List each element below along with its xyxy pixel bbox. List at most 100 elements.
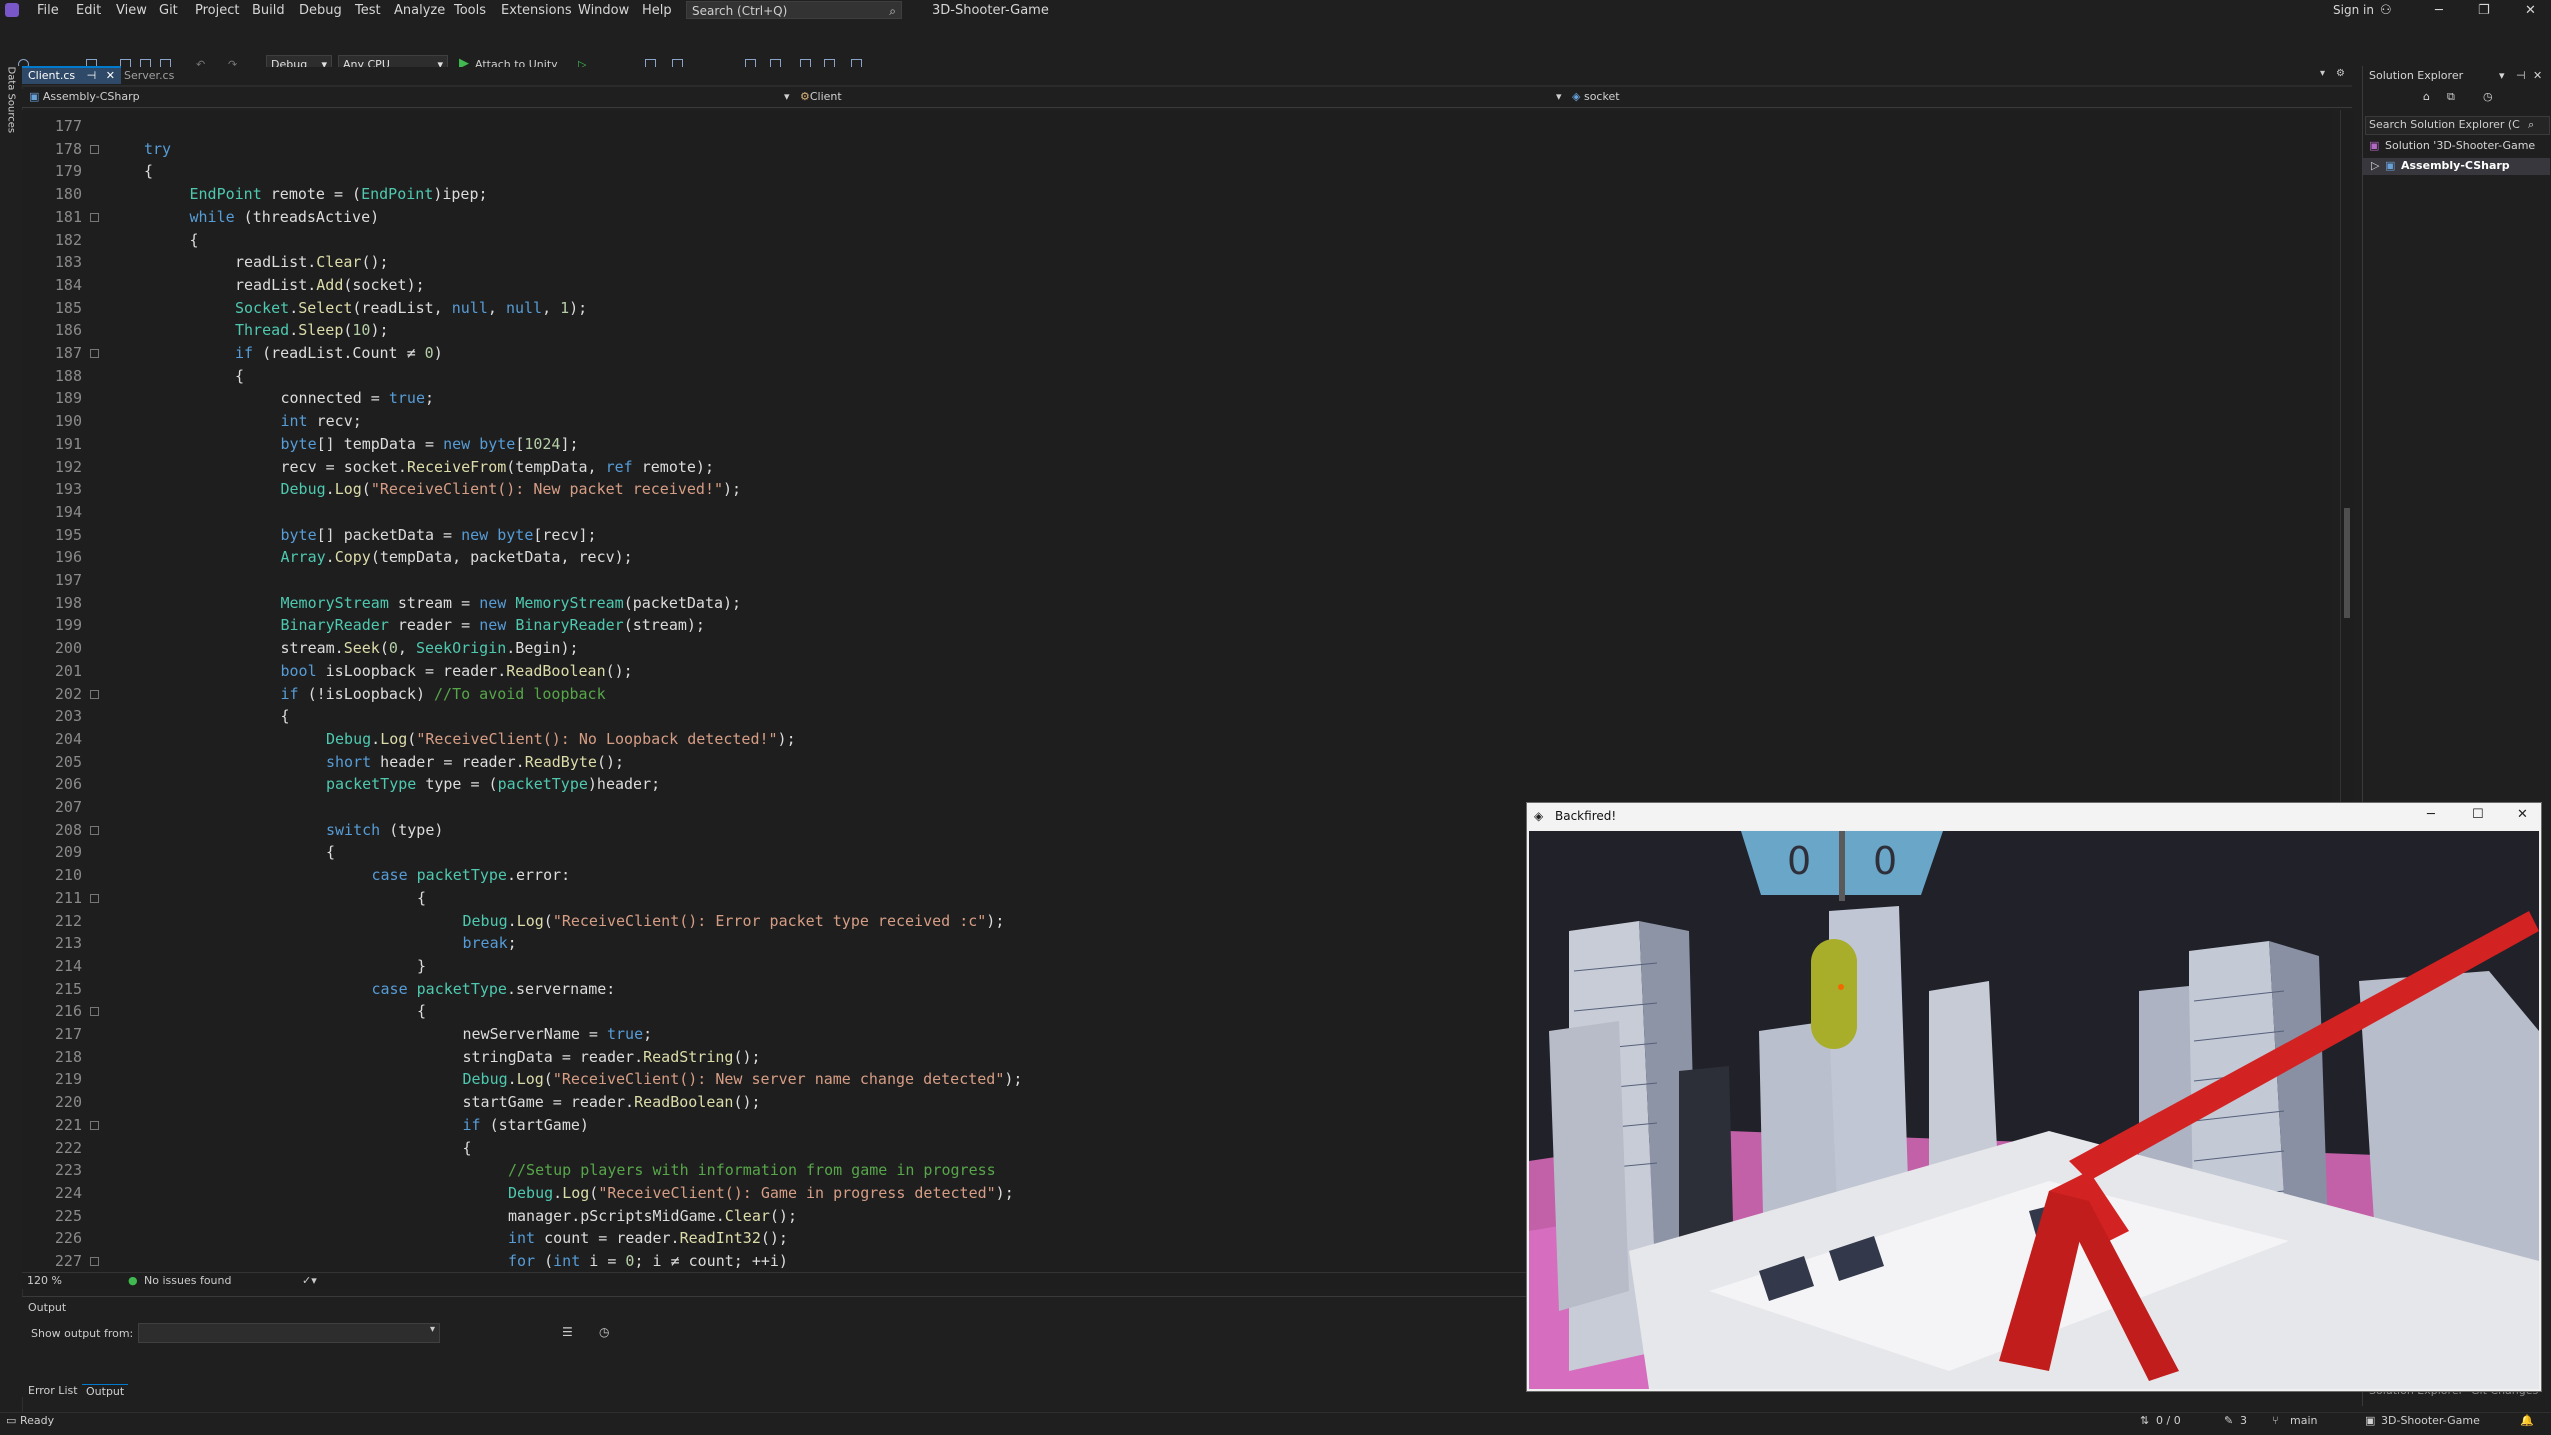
code-line[interactable]: switch (type) <box>326 819 443 842</box>
game-window[interactable]: ◈ Backfired! ─ ☐ ✕ 0 0 <box>1526 802 2542 1392</box>
nav-class-dropdown[interactable]: ⚙Client <box>800 90 842 103</box>
code-line[interactable]: startGame = reader.ReadBoolean(); <box>463 1091 761 1114</box>
code-line[interactable]: for (int i = 0; i ≠ count; ++i) <box>508 1250 788 1273</box>
game-viewport[interactable]: 0 0 <box>1529 831 2539 1389</box>
code-line[interactable]: try <box>144 138 171 161</box>
code-line[interactable]: recv = socket.ReceiveFrom(tempData, ref … <box>281 456 715 479</box>
code-line[interactable]: int count = reader.ReadInt32(); <box>508 1227 788 1250</box>
menu-view[interactable]: View <box>116 3 147 18</box>
clock-icon[interactable]: ◷ <box>599 1325 609 1339</box>
menu-tools[interactable]: Tools <box>454 3 486 18</box>
search-input[interactable]: Search (Ctrl+Q) ⌕ <box>686 1 902 19</box>
fold-toggle-icon[interactable] <box>90 212 99 222</box>
code-line[interactable]: EndPoint remote = (EndPoint)ipep; <box>190 183 488 206</box>
code-line[interactable]: Debug.Log("ReceiveClient(): New packet r… <box>281 478 742 501</box>
fold-toggle-icon[interactable] <box>90 1120 99 1130</box>
code-line[interactable]: case packetType.servername: <box>372 978 616 1001</box>
pin-icon[interactable]: ⊣ <box>2516 69 2526 82</box>
source-control-icon[interactable]: ⇅ <box>2140 1414 2149 1427</box>
status-repo[interactable]: 3D-Shooter-Game <box>2381 1414 2480 1427</box>
solution-node[interactable]: ▣ Solution '3D-Shooter-Game <box>2367 138 2547 154</box>
code-line[interactable]: Thread.Sleep(10); <box>235 319 389 342</box>
chevron-down-icon[interactable]: ▾ <box>2499 69 2505 82</box>
code-line[interactable]: Debug.Log("ReceiveClient(): Error packet… <box>463 910 1005 933</box>
code-line[interactable]: Debug.Log("ReceiveClient(): No Loopback … <box>326 728 796 751</box>
menu-debug[interactable]: Debug <box>299 3 342 18</box>
code-line[interactable]: readList.Clear(); <box>235 251 389 274</box>
menu-test[interactable]: Test <box>355 3 381 18</box>
menu-extensions[interactable]: Extensions <box>501 3 572 18</box>
nav-member-dropdown[interactable]: ◈ socket <box>1572 90 1620 103</box>
code-line[interactable]: case packetType.error: <box>372 864 571 887</box>
code-line[interactable]: Socket.Select(readList, null, null, 1); <box>235 297 587 320</box>
fold-toggle-icon[interactable] <box>90 144 99 154</box>
data-sources-tab[interactable]: Data Sources <box>6 67 17 137</box>
fold-toggle-icon[interactable] <box>90 825 99 835</box>
account-icon[interactable]: ⚇ <box>2380 3 2392 18</box>
menu-window[interactable]: Window <box>578 3 629 18</box>
code-line[interactable]: byte[] packetData = new byte[recv]; <box>281 524 597 547</box>
switch-views-icon[interactable]: ⧉ <box>2447 90 2455 104</box>
code-line[interactable]: newServerName = true; <box>463 1023 653 1046</box>
code-line[interactable]: { <box>326 841 335 864</box>
close-button[interactable]: ✕ <box>2517 807 2528 822</box>
code-line[interactable]: manager.pScriptsMidGame.Clear(); <box>508 1205 797 1228</box>
code-line[interactable]: } <box>417 955 426 978</box>
code-line[interactable]: { <box>417 1000 426 1023</box>
code-line[interactable]: short header = reader.ReadByte(); <box>326 751 624 774</box>
tab-server-cs[interactable]: Server.cs <box>118 68 180 84</box>
scrollbar-thumb[interactable] <box>2344 508 2350 618</box>
code-line[interactable]: BinaryReader reader = new BinaryReader(s… <box>281 614 705 637</box>
tab-client-cs[interactable]: Client.cs ⊣ ✕ <box>22 66 121 84</box>
menu-git[interactable]: Git <box>159 3 178 18</box>
sign-in-link[interactable]: Sign in <box>2333 3 2374 17</box>
fold-toggle-icon[interactable] <box>90 689 99 699</box>
notification-icon[interactable]: 🔔 <box>2520 1414 2534 1427</box>
code-line[interactable]: Debug.Log("ReceiveClient(): New server n… <box>463 1068 1023 1091</box>
solution-search-input[interactable]: Search Solution Explorer (C ⌕ <box>2365 116 2550 135</box>
code-line[interactable]: bool isLoopback = reader.ReadBoolean(); <box>281 660 633 683</box>
settings-icon[interactable]: ⚙ <box>2336 68 2345 79</box>
code-line[interactable]: while (threadsActive) <box>190 206 380 229</box>
code-line[interactable]: MemoryStream stream = new MemoryStream(p… <box>281 592 742 615</box>
expand-icon[interactable]: ▷ <box>2371 159 2379 172</box>
fold-toggle-icon[interactable] <box>90 893 99 903</box>
maximize-button[interactable]: ☐ <box>2472 807 2484 822</box>
close-button[interactable]: ✕ <box>2525 3 2536 18</box>
code-line[interactable]: { <box>235 365 244 388</box>
clear-all-icon[interactable]: ☰ <box>562 1325 573 1339</box>
code-line[interactable]: packetType type = (packetType)header; <box>326 773 660 796</box>
code-line[interactable]: if (readList.Count ≠ 0) <box>235 342 443 365</box>
zoom-dropdown[interactable]: 120 % <box>27 1274 62 1287</box>
code-line[interactable]: { <box>281 705 290 728</box>
code-line[interactable]: if (startGame) <box>463 1114 589 1137</box>
history-icon[interactable]: ◷ <box>2483 90 2493 103</box>
close-icon[interactable]: ✕ <box>2533 69 2542 82</box>
menu-help[interactable]: Help <box>642 3 672 18</box>
code-line[interactable]: { <box>417 887 426 910</box>
code-line[interactable]: stringData = reader.ReadString(); <box>463 1046 761 1069</box>
tab-overflow-icon[interactable]: ▾ <box>2320 68 2325 79</box>
tab-output[interactable]: Output <box>82 1384 129 1398</box>
code-line[interactable]: stream.Seek(0, SeekOrigin.Begin); <box>281 637 579 660</box>
code-line[interactable]: if (!isLoopback) //To avoid loopback <box>281 683 606 706</box>
code-line[interactable]: { <box>190 229 199 252</box>
code-line[interactable]: //Setup players with information from ga… <box>508 1159 996 1182</box>
code-line[interactable]: { <box>144 160 153 183</box>
menu-edit[interactable]: Edit <box>76 3 101 18</box>
home-icon[interactable]: ⌂ <box>2423 90 2430 103</box>
status-branch[interactable]: main <box>2290 1414 2317 1427</box>
menu-project[interactable]: Project <box>195 3 239 18</box>
tab-error-list[interactable]: Error List <box>24 1384 82 1397</box>
restore-button[interactable]: ❐ <box>2478 3 2490 18</box>
fold-toggle-icon[interactable] <box>90 1007 99 1017</box>
fold-toggle-icon[interactable] <box>90 1257 99 1266</box>
branch-icon[interactable]: ⑂ <box>2272 1414 2279 1427</box>
fold-toggle-icon[interactable] <box>90 349 99 358</box>
close-icon[interactable]: ✕ <box>106 69 115 82</box>
status-edit-count[interactable]: 3 <box>2240 1414 2247 1427</box>
game-title-bar[interactable]: ◈ Backfired! ─ ☐ ✕ <box>1527 803 2541 830</box>
menu-build[interactable]: Build <box>252 3 285 18</box>
issues-status[interactable]: No issues found <box>144 1274 231 1287</box>
nav-project-dropdown[interactable]: ▣ Assembly-CSharp <box>29 90 140 103</box>
